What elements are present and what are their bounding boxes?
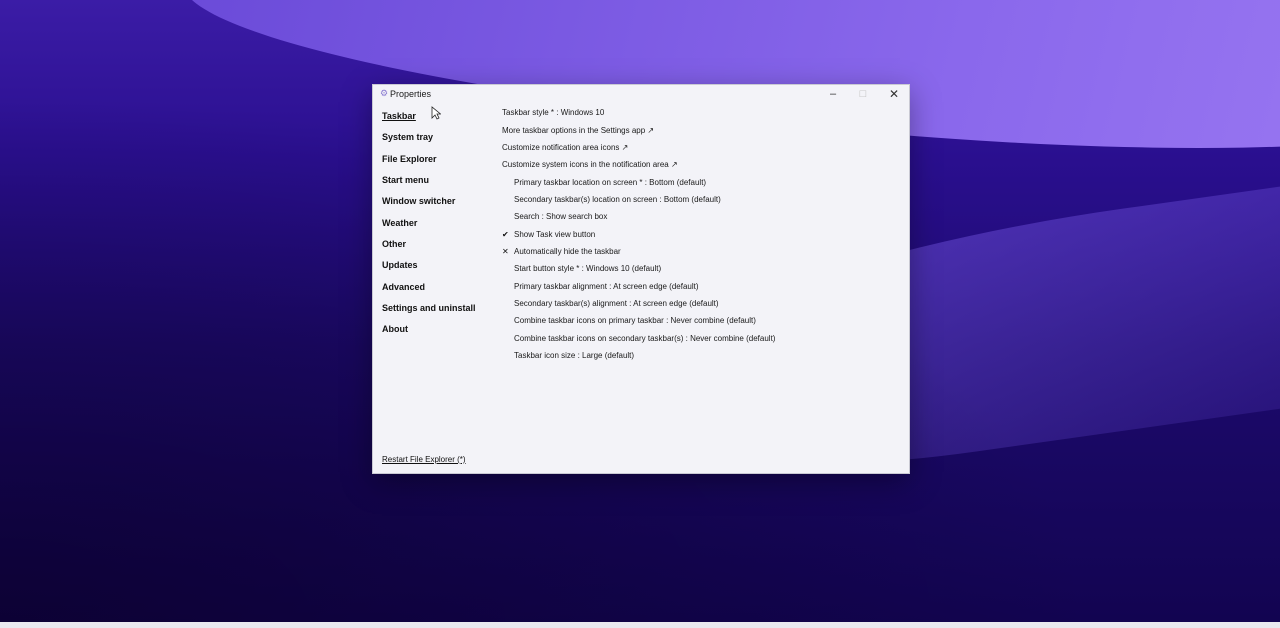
- app-icon: ⚙: [380, 88, 389, 98]
- desktop-bottom-strip: [0, 622, 1280, 628]
- sidebar-item-about[interactable]: About: [382, 324, 408, 334]
- sidebar-item-advanced[interactable]: Advanced: [382, 282, 425, 292]
- setting-primary-taskbar-alignment[interactable]: Primary taskbar alignment : At screen ed…: [514, 282, 699, 291]
- sidebar-item-updates[interactable]: Updates: [382, 260, 418, 270]
- sidebar-item-other[interactable]: Other: [382, 239, 406, 249]
- setting-customize-notification-icons-link[interactable]: Customize notification area icons ↗: [502, 143, 628, 152]
- setting-secondary-taskbar-alignment[interactable]: Secondary taskbar(s) alignment : At scre…: [514, 299, 719, 308]
- window-title: Properties: [390, 89, 432, 99]
- minimize-button[interactable]: –: [818, 85, 848, 103]
- setting-combine-secondary[interactable]: Combine taskbar icons on secondary taskb…: [514, 334, 775, 343]
- setting-more-taskbar-options-link[interactable]: More taskbar options in the Settings app…: [502, 126, 654, 135]
- setting-show-task-view-button[interactable]: Show Task view button: [514, 230, 595, 239]
- mouse-pointer-icon: [431, 106, 441, 120]
- sidebar-item-taskbar[interactable]: Taskbar: [382, 111, 416, 121]
- setting-taskbar-style[interactable]: Taskbar style * : Windows 10: [502, 108, 604, 117]
- sidebar-item-start-menu[interactable]: Start menu: [382, 175, 429, 185]
- sidebar-item-weather[interactable]: Weather: [382, 218, 417, 228]
- setting-start-button-style[interactable]: Start button style * : Windows 10 (defau…: [514, 264, 661, 273]
- setting-secondary-taskbar-location[interactable]: Secondary taskbar(s) location on screen …: [514, 195, 721, 204]
- maximize-button[interactable]: □: [848, 85, 878, 103]
- properties-window: ⚙ Properties – □ ✕ Taskbar System tray F…: [372, 84, 910, 474]
- sidebar-item-system-tray[interactable]: System tray: [382, 132, 433, 142]
- setting-auto-hide-taskbar[interactable]: Automatically hide the taskbar: [514, 247, 621, 256]
- setting-taskbar-icon-size[interactable]: Taskbar icon size : Large (default): [514, 351, 634, 360]
- setting-primary-taskbar-location[interactable]: Primary taskbar location on screen * : B…: [514, 178, 706, 187]
- restart-file-explorer-link[interactable]: Restart File Explorer (*): [382, 455, 466, 464]
- setting-search[interactable]: Search : Show search box: [514, 212, 607, 221]
- sidebar-item-settings-and-uninstall[interactable]: Settings and uninstall: [382, 303, 476, 313]
- sidebar-item-window-switcher[interactable]: Window switcher: [382, 196, 455, 206]
- cross-icon: ✕: [502, 247, 509, 256]
- sidebar-item-file-explorer[interactable]: File Explorer: [382, 154, 437, 164]
- setting-combine-primary[interactable]: Combine taskbar icons on primary taskbar…: [514, 316, 756, 325]
- close-button[interactable]: ✕: [879, 85, 909, 103]
- setting-customize-system-icons-link[interactable]: Customize system icons in the notificati…: [502, 160, 678, 169]
- checkmark-icon: ✔: [502, 230, 509, 239]
- title-bar[interactable]: ⚙ Properties – □ ✕: [373, 85, 909, 103]
